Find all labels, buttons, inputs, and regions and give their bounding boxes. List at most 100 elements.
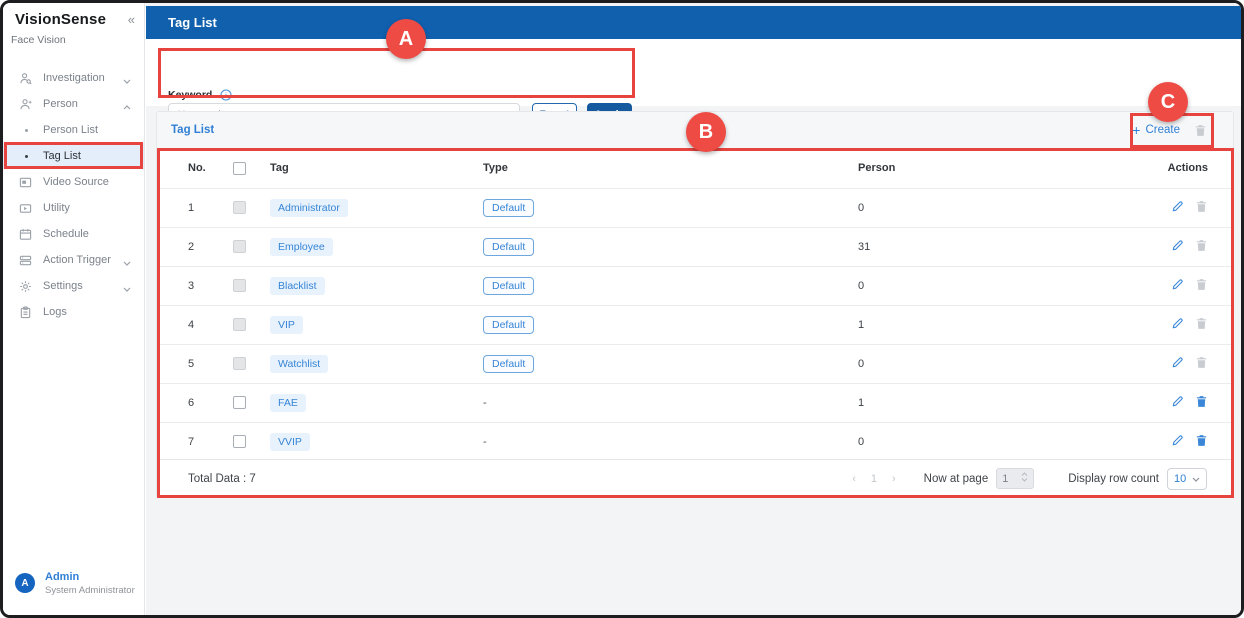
type-value: - xyxy=(483,436,487,448)
avatar: A xyxy=(15,573,35,593)
row-number: 2 xyxy=(157,227,233,266)
next-page-icon[interactable]: › xyxy=(892,473,896,485)
tag-name[interactable]: Administrator xyxy=(270,199,348,217)
table-row: 4VIPDefault1 xyxy=(157,305,1235,344)
table-row: 7 VVIP - 0 xyxy=(157,422,1235,461)
select-all-checkbox[interactable] xyxy=(233,162,246,175)
table-header-row: No. Tag Type Person Actions xyxy=(157,149,1235,188)
sidebar-item-settings[interactable]: Settings xyxy=(3,273,144,299)
type-chip: Default xyxy=(483,238,534,256)
person-count: 31 xyxy=(858,227,1125,266)
row-count-select[interactable]: 10 xyxy=(1167,468,1207,490)
panel-title: Tag List xyxy=(171,124,214,136)
person-icon xyxy=(19,98,32,111)
tag-name[interactable]: VIP xyxy=(270,316,303,334)
table-row: 3BlacklistDefault0 xyxy=(157,266,1235,305)
info-icon xyxy=(220,88,232,100)
user-name: Admin xyxy=(45,571,79,583)
sidebar-collapse-icon[interactable]: « xyxy=(128,12,135,27)
edit-icon[interactable] xyxy=(1171,433,1185,450)
page-input[interactable]: 1 xyxy=(996,468,1034,489)
sidebar-item-person-list[interactable]: Person List xyxy=(3,117,144,143)
sidebar: VisionSense Face Vision « Investigation … xyxy=(3,3,145,615)
now-at-page-label: Now at page xyxy=(924,473,989,485)
edit-icon[interactable] xyxy=(1171,394,1185,411)
sidebar-item-label: Tag List xyxy=(43,150,81,162)
delete-icon[interactable] xyxy=(1195,395,1208,411)
sidebar-item-label: Person List xyxy=(43,124,98,136)
prev-page-icon[interactable]: ‹ xyxy=(852,473,856,485)
edit-icon[interactable] xyxy=(1171,199,1185,216)
page-input-value: 1 xyxy=(1002,473,1008,485)
person-count: 1 xyxy=(858,383,1125,422)
tag-name[interactable]: Blacklist xyxy=(270,277,325,295)
sidebar-item-label: Action Trigger xyxy=(43,254,111,266)
clipboard-icon xyxy=(19,306,32,319)
tag-name[interactable]: Employee xyxy=(270,238,333,256)
sidebar-item-schedule[interactable]: Schedule xyxy=(3,221,144,247)
sidebar-item-utility[interactable]: Utility xyxy=(3,195,144,221)
sidebar-item-logs[interactable]: Logs xyxy=(3,299,144,325)
row-checkbox xyxy=(233,357,246,370)
person-count: 0 xyxy=(858,422,1125,461)
chevron-down-icon xyxy=(123,283,131,295)
filter-section: Keyword Reset Apply xyxy=(146,39,1241,106)
row-number: 3 xyxy=(157,266,233,305)
chevron-down-icon xyxy=(123,257,131,269)
app-subtitle: Face Vision xyxy=(11,34,66,46)
user-block[interactable]: A Admin System Administrator xyxy=(3,571,145,605)
bullet-icon xyxy=(25,155,28,158)
table-row: 6FAE-1 xyxy=(157,383,1235,422)
page-number[interactable]: 1 xyxy=(871,473,877,485)
bullet-icon xyxy=(25,129,28,132)
sidebar-item-person[interactable]: Person xyxy=(3,91,144,117)
edit-icon[interactable] xyxy=(1171,238,1185,255)
edit-icon[interactable] xyxy=(1171,355,1185,372)
total-data-label: Total Data : 7 xyxy=(157,473,256,485)
sidebar-item-label: Schedule xyxy=(43,228,89,240)
delete-icon xyxy=(1195,200,1208,216)
table-row: 1AdministratorDefault0 xyxy=(157,188,1235,227)
annotation-badge-a: A xyxy=(386,19,426,59)
table-footer: Total Data : 7 ‹ 1 › Now at page 1 Dis xyxy=(157,459,1233,497)
plus-icon: + xyxy=(1132,123,1140,137)
sidebar-item-action-trigger[interactable]: Action Trigger xyxy=(3,247,144,273)
calendar-icon xyxy=(19,228,32,241)
create-label: Create xyxy=(1145,124,1180,136)
tag-name[interactable]: FAE xyxy=(270,394,306,412)
column-tag: Tag xyxy=(270,149,483,188)
sidebar-item-tag-list[interactable]: Tag List xyxy=(3,143,144,169)
delete-icon[interactable] xyxy=(1195,434,1208,450)
delete-icon xyxy=(1194,124,1207,137)
sidebar-item-label: Investigation xyxy=(43,72,105,84)
delete-icon xyxy=(1195,239,1208,255)
sidebar-item-video-source[interactable]: Video Source xyxy=(3,169,144,195)
delete-icon xyxy=(1195,356,1208,372)
row-checkbox[interactable] xyxy=(233,396,246,409)
sidebar-item-investigation[interactable]: Investigation xyxy=(3,65,144,91)
row-count-value: 10 xyxy=(1174,473,1186,485)
row-number: 7 xyxy=(157,422,233,461)
create-button[interactable]: + Create xyxy=(1132,123,1180,137)
table-row: 5WatchlistDefault0 xyxy=(157,344,1235,383)
tag-name[interactable]: Watchlist xyxy=(270,355,328,373)
delete-icon xyxy=(1195,317,1208,333)
row-checkbox xyxy=(233,279,246,292)
tag-table: No. Tag Type Person Actions 1Administrat… xyxy=(157,149,1235,461)
sidebar-item-label: Logs xyxy=(43,306,67,318)
annotation-badge-c: C xyxy=(1148,82,1188,122)
delete-icon xyxy=(1195,278,1208,294)
person-count: 1 xyxy=(858,305,1125,344)
row-number: 5 xyxy=(157,344,233,383)
edit-icon[interactable] xyxy=(1171,316,1185,333)
tag-name[interactable]: VVIP xyxy=(270,433,310,451)
user-role: System Administrator xyxy=(45,585,135,596)
row-checkbox xyxy=(233,240,246,253)
chevron-down-icon xyxy=(123,75,131,87)
row-checkbox[interactable] xyxy=(233,435,246,448)
action-trigger-icon xyxy=(19,254,32,267)
main-content: Tag List Keyword Reset Apply Tag List + … xyxy=(146,3,1241,615)
type-chip: Default xyxy=(483,355,534,373)
app-window: VisionSense Face Vision « Investigation … xyxy=(0,0,1244,618)
edit-icon[interactable] xyxy=(1171,277,1185,294)
